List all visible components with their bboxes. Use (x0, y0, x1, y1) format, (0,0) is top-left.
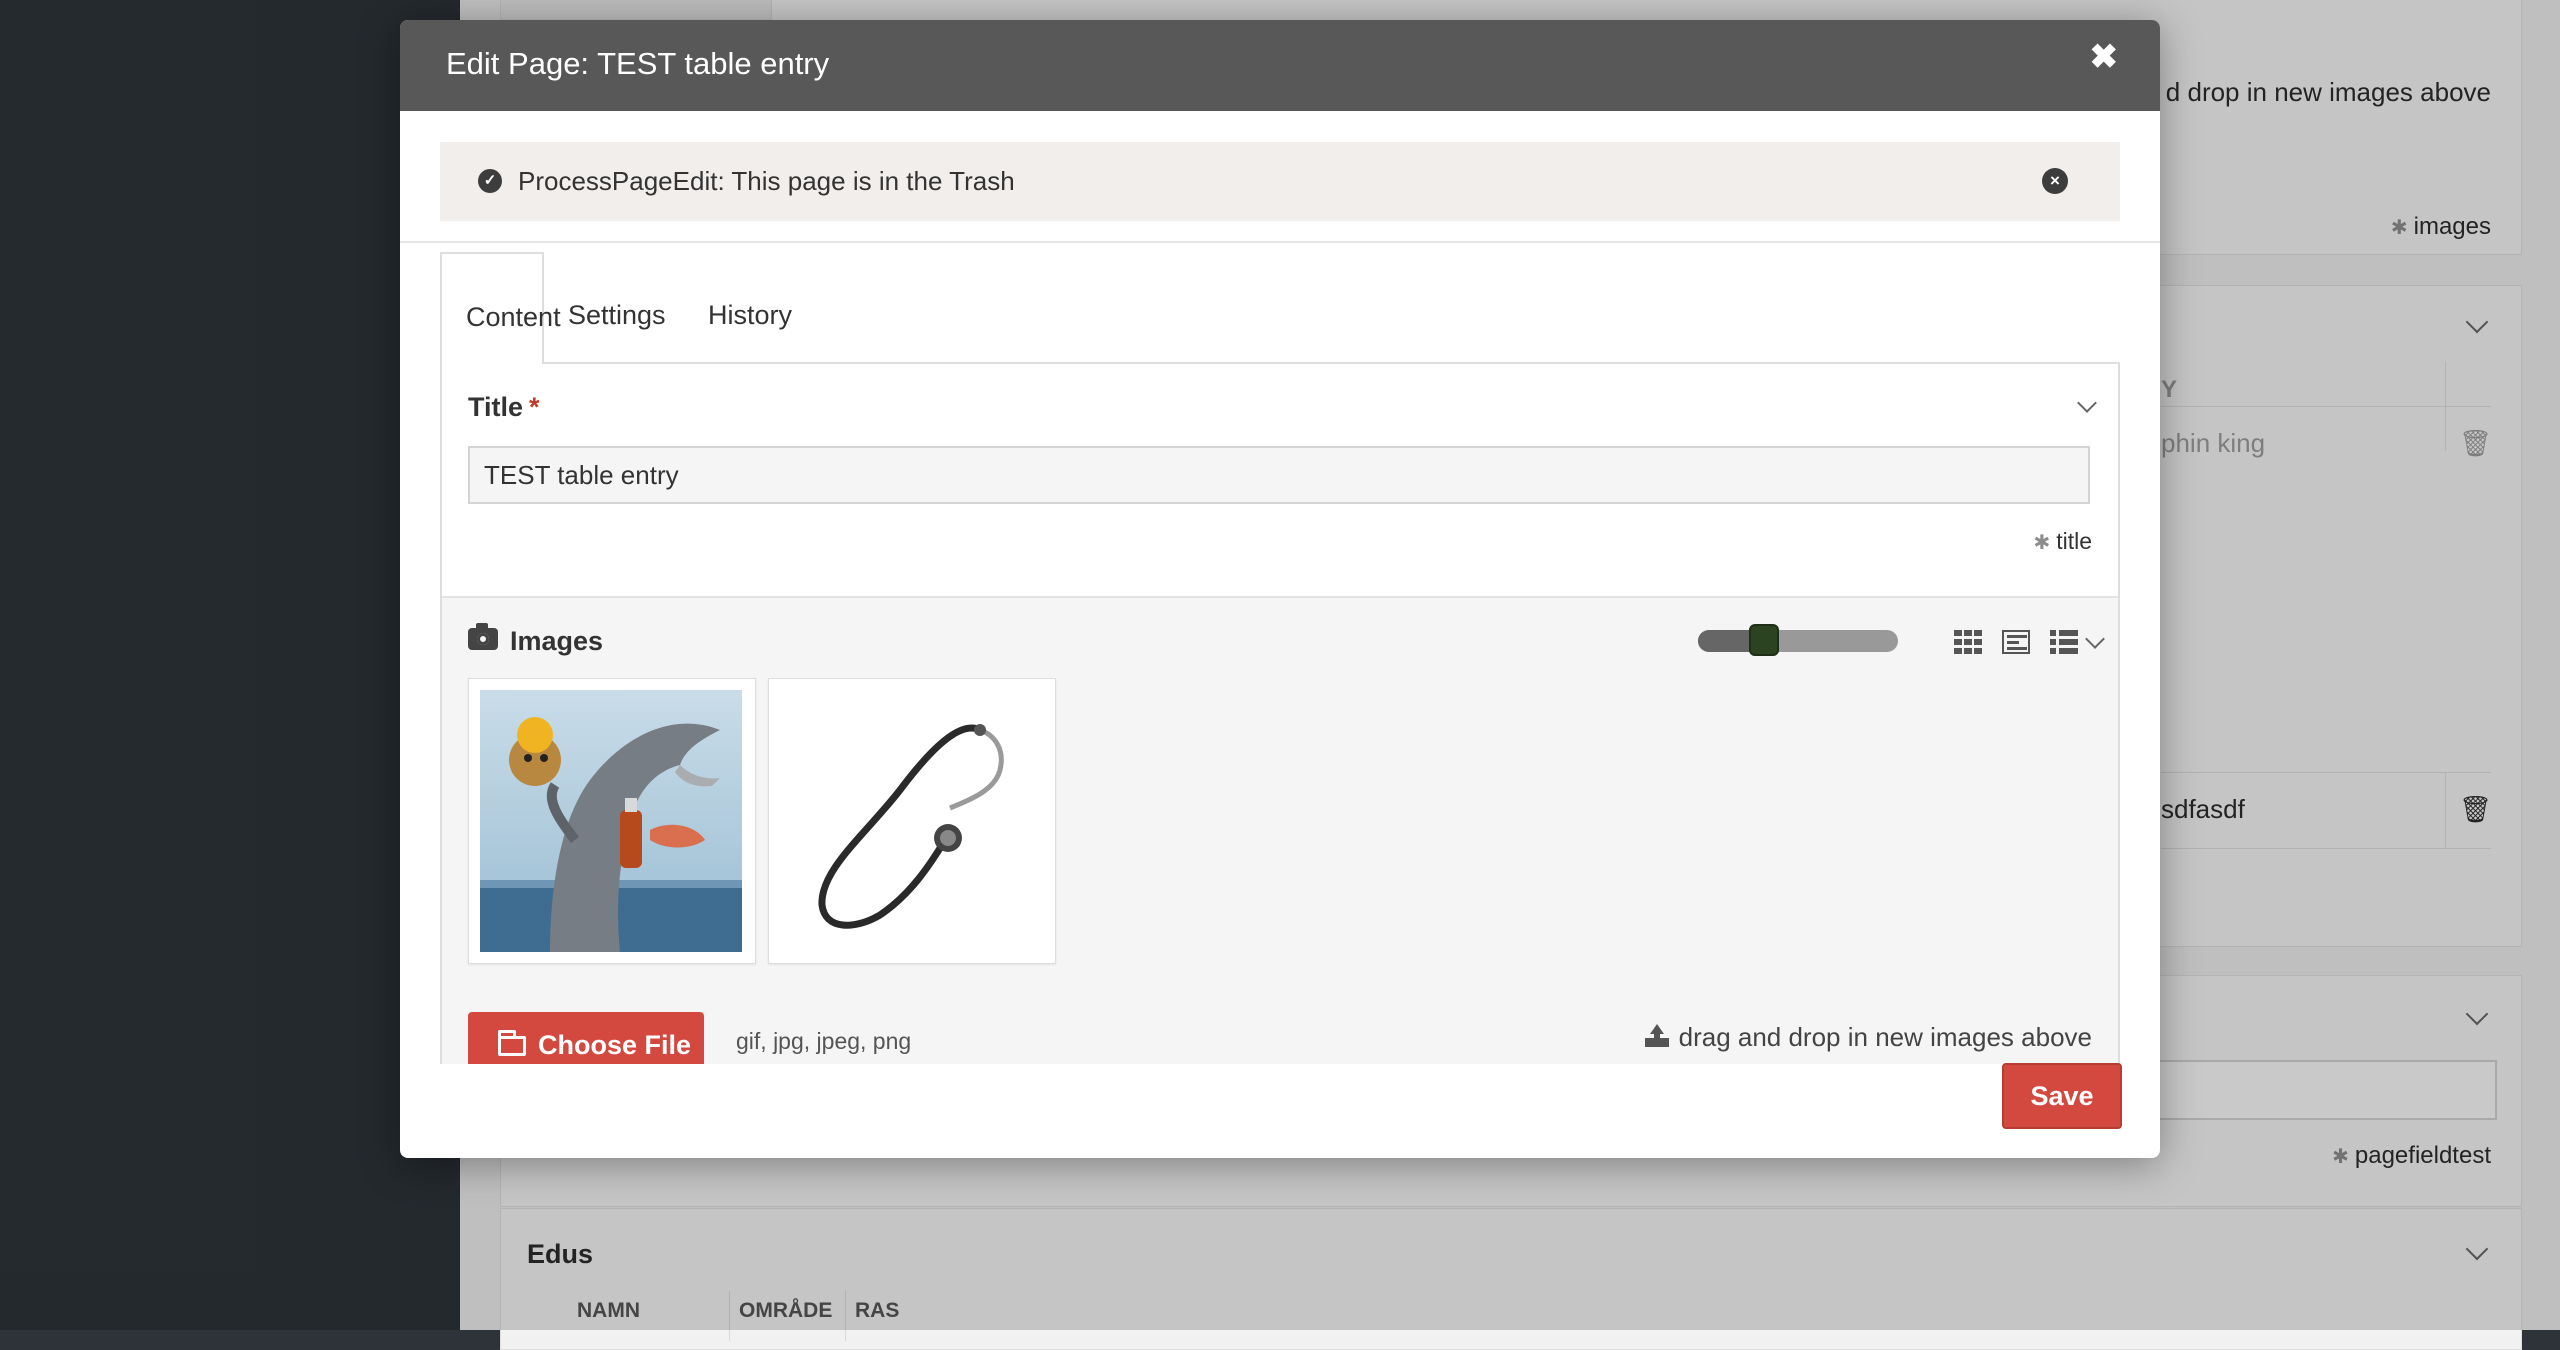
stethoscope-image[interactable] (768, 678, 1056, 964)
required-mark: * (529, 392, 540, 422)
divider (400, 241, 2160, 243)
drag-drop-hint: drag and drop in new images above (1644, 1022, 2092, 1053)
tab-content[interactable]: Content (440, 252, 561, 364)
dolphin-cat-image[interactable] (468, 678, 756, 964)
gear-icon: ✱ (2033, 532, 2051, 554)
slider-handle[interactable] (1749, 624, 1779, 656)
images-field: Images Choose File gif, jpg, jpeg, png d… (442, 596, 2118, 1064)
modal-header: Edit Page: TEST table entry ✖ (400, 20, 2160, 111)
tab-settings[interactable]: Settings (552, 252, 682, 362)
tab-panel-content: Title* ✱title Images (440, 362, 2120, 1064)
list-view-icon[interactable] (2050, 630, 2078, 654)
chevron-down-icon[interactable] (2077, 393, 2097, 413)
allowed-extensions: gif, jpg, jpeg, png (736, 1028, 912, 1054)
edit-page-modal: Edit Page: TEST table entry ✖ ✓ ProcessP… (400, 20, 2160, 1158)
title-field-note: ✱ title (2033, 528, 2092, 554)
chevron-down-icon[interactable] (2085, 629, 2105, 649)
close-icon[interactable]: ✖ (2090, 40, 2119, 74)
upload-icon (1644, 1024, 1669, 1048)
check-circle-icon: ✓ (478, 169, 502, 193)
camera-icon (468, 623, 498, 650)
notice-text: ProcessPageEdit: This page is in the Tra… (518, 166, 1015, 196)
trash-notice: ✓ ProcessPageEdit: This page is in the T… (440, 142, 2120, 221)
save-button[interactable]: Save (2002, 1063, 2122, 1129)
grid-view-icon[interactable] (1954, 630, 1982, 654)
title-field-label: Title * (468, 392, 540, 422)
title-input[interactable] (468, 446, 2090, 504)
images-field-label: Images (510, 626, 604, 656)
tab-history[interactable]: History (692, 252, 812, 362)
content-area: Content Settings History Title* ✱title I… (440, 252, 2120, 1064)
choose-file-button[interactable]: Choose File (468, 1012, 704, 1064)
modal-title: Edit Page: TEST table entry (446, 46, 830, 81)
times-circle-icon[interactable]: × (2042, 168, 2068, 194)
folder-open-icon (498, 1030, 526, 1056)
thumbnail-size-slider[interactable] (1698, 630, 1898, 652)
left-thumb-list-icon[interactable] (2002, 630, 2030, 654)
